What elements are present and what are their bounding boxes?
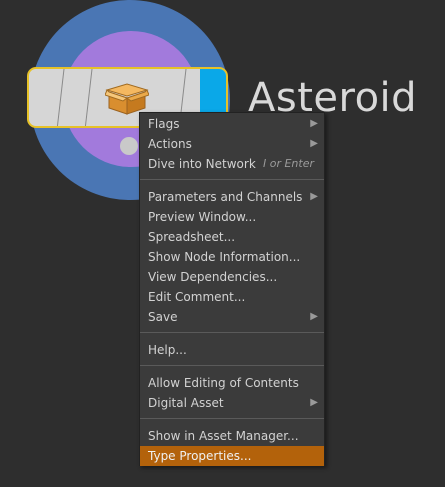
submenu-arrow-icon: ▶	[310, 118, 318, 129]
menu-item-label: View Dependencies...	[148, 270, 278, 284]
menu-item-show-in-asset-manager[interactable]: Show in Asset Manager...	[140, 426, 324, 446]
menu-item-label: Flags	[148, 117, 180, 131]
menu-item-preview-window[interactable]: Preview Window...	[140, 207, 324, 227]
menu-item-label: Save	[148, 310, 178, 324]
submenu-arrow-icon: ▶	[310, 311, 318, 322]
menu-item-view-dependencies[interactable]: View Dependencies...	[140, 267, 324, 287]
node-output-connector[interactable]	[120, 137, 138, 155]
menu-item-label: Edit Comment...	[148, 290, 246, 304]
menu-item-label: Digital Asset	[148, 396, 224, 410]
node-context-menu: Flags ▶ Actions ▶ Dive into Network I or…	[139, 112, 325, 466]
menu-separator	[140, 179, 324, 180]
menu-item-label: Show in Asset Manager...	[148, 429, 299, 443]
menu-item-label: Spreadsheet...	[148, 230, 236, 244]
menu-item-label: Allow Editing of Contents	[148, 376, 299, 390]
submenu-arrow-icon: ▶	[310, 138, 318, 149]
menu-separator	[140, 332, 324, 333]
submenu-arrow-icon: ▶	[310, 191, 318, 202]
menu-item-label: Actions	[148, 137, 192, 151]
menu-item-shortcut: I or Enter	[262, 157, 314, 170]
menu-item-help[interactable]: Help...	[140, 340, 324, 360]
menu-item-save[interactable]: Save ▶	[140, 307, 324, 327]
menu-item-allow-editing-of-contents[interactable]: Allow Editing of Contents	[140, 373, 324, 393]
menu-item-edit-comment[interactable]: Edit Comment...	[140, 287, 324, 307]
menu-separator	[140, 418, 324, 419]
asset-box-icon	[105, 83, 149, 115]
menu-item-dive-into-network[interactable]: Dive into Network I or Enter	[140, 154, 324, 174]
menu-item-show-node-information[interactable]: Show Node Information...	[140, 247, 324, 267]
menu-separator	[140, 365, 324, 366]
network-editor-canvas[interactable]: Asteroid Flags ▶ Actions ▶ Dive into Net…	[0, 0, 445, 487]
menu-item-flags[interactable]: Flags ▶	[140, 114, 324, 134]
menu-item-parameters-and-channels[interactable]: Parameters and Channels ▶	[140, 187, 324, 207]
menu-item-label: Show Node Information...	[148, 250, 301, 264]
menu-item-digital-asset[interactable]: Digital Asset ▶	[140, 393, 324, 413]
submenu-arrow-icon: ▶	[310, 397, 318, 408]
menu-item-label: Dive into Network	[148, 157, 256, 171]
menu-item-type-properties[interactable]: Type Properties...	[140, 446, 324, 466]
menu-item-label: Parameters and Channels	[148, 190, 303, 204]
menu-item-spreadsheet[interactable]: Spreadsheet...	[140, 227, 324, 247]
menu-item-label: Preview Window...	[148, 210, 257, 224]
menu-item-label: Type Properties...	[148, 449, 252, 463]
menu-item-label: Help...	[148, 343, 187, 357]
menu-item-actions[interactable]: Actions ▶	[140, 134, 324, 154]
